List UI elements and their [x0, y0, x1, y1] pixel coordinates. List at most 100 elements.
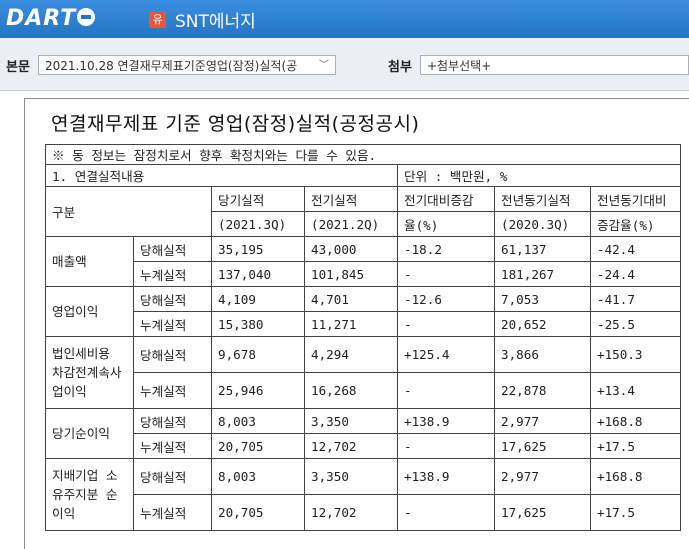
- cell-current: 4,109: [211, 286, 305, 312]
- category-header: 구분: [45, 186, 212, 237]
- row-category: 당기순이익: [45, 408, 134, 459]
- cell-yoy: 2,977: [494, 408, 591, 434]
- cell-qoq: -: [397, 311, 495, 337]
- table-row: 매출액 당해실적 35,195 43,000 -18.2 61,137 -42.4: [45, 236, 681, 287]
- cell-current: 35,195: [211, 236, 305, 262]
- cell-sub: 당해실적: [133, 236, 212, 262]
- cell-prev: 4,701: [304, 286, 398, 312]
- attachment-label: 첨부: [388, 60, 412, 75]
- table-row: 지배기업 소 유주지분 순 이익 당해실적 8,003 3,350 +138.9 2,97…: [45, 458, 681, 531]
- table-row: 당기순이익 당해실적 8,003 3,350 +138.9 2,977 +168.8: [45, 408, 681, 459]
- cell-sub: 누계실적: [133, 261, 212, 287]
- cell-qoq: -: [397, 372, 495, 409]
- cell-sub: 당해실적: [133, 408, 212, 434]
- cell-qoq: -18.2: [397, 236, 495, 262]
- cell-qoq: +125.4: [397, 336, 495, 373]
- section-title: 1. 연결실적내용: [45, 164, 398, 187]
- row-category: 영업이익: [45, 286, 134, 337]
- cell-qoq: +138.9: [397, 408, 495, 434]
- dart-logo[interactable]: DART: [6, 6, 96, 31]
- cell-prev: 12,702: [304, 494, 398, 531]
- table-row: 법인세비용 차감전계속사 업이익 당해실적 9,678 4,294 +125.4 3,86…: [45, 336, 681, 409]
- prev-period: (2021.2Q): [304, 211, 398, 237]
- cell-yoy: 22,878: [494, 372, 591, 409]
- cell-yoy-rate: +168.8: [590, 458, 681, 495]
- cell-qoq: +138.9: [397, 458, 495, 495]
- chevron-down-icon: ﹀: [319, 60, 329, 71]
- main-text-label: 본문: [6, 60, 30, 75]
- cell-qoq: -: [397, 261, 495, 287]
- cell-yoy-rate: -24.4: [590, 261, 681, 287]
- cell-current: 9,678: [211, 336, 305, 373]
- main-document-select[interactable]: 2021.10.28 연결재무제표기준영업(잠정)실적(공 ﹀: [38, 55, 336, 75]
- cell-prev: 12,702: [304, 433, 398, 459]
- cell-yoy-rate: +13.4: [590, 372, 681, 409]
- table-row: 영업이익 당해실적 4,109 4,701 -12.6 7,053 -41.7: [45, 286, 681, 337]
- yoy-rate-unit: 증감율(%): [590, 211, 681, 237]
- cell-sub: 당해실적: [133, 458, 212, 495]
- yoy-rate-header: 전년동기대비: [590, 186, 681, 212]
- cell-yoy: 181,267: [494, 261, 591, 287]
- cell-yoy: 20,652: [494, 311, 591, 337]
- prev-header: 전기실적: [304, 186, 398, 212]
- row-category: 지배기업 소 유주지분 순 이익: [45, 458, 134, 531]
- yoy-header: 전년동기실적: [494, 186, 591, 212]
- dart-logo-emblem-icon: [77, 8, 96, 26]
- cell-qoq: -: [397, 433, 495, 459]
- cell-current: 25,946: [211, 372, 305, 409]
- cell-prev: 16,268: [304, 372, 398, 409]
- dart-header: DART 유 SNT에너지: [0, 0, 689, 38]
- yoy-period: (2020.3Q): [494, 211, 591, 237]
- notice-text: ※ 동 정보는 잠정치로서 향후 확정치와는 다를 수 있음.: [45, 144, 681, 165]
- table-row: 누계실적 25,946 16,268-22,878 +13.4: [46, 372, 681, 409]
- cell-yoy: 17,625: [494, 494, 591, 531]
- cell-sub: 당해실적: [133, 336, 212, 373]
- cell-yoy-rate: -41.7: [590, 286, 681, 312]
- cell-yoy-rate: +17.5: [590, 433, 681, 459]
- cell-yoy-rate: -42.4: [590, 236, 681, 262]
- corp-type-badge: 유: [149, 11, 166, 28]
- cell-prev: 4,294: [304, 336, 398, 373]
- table-row: 누계실적 20,705 12,702-17,625 +17.5: [46, 433, 681, 459]
- table-row: 누계실적 20,705 12,702-17,625 +17.5: [46, 494, 681, 531]
- row-category: 매출액: [45, 236, 134, 287]
- cell-current: 20,705: [211, 494, 305, 531]
- cell-prev: 11,271: [304, 311, 398, 337]
- table-row: 누계실적 137,040 101,845-181,267 -24.4: [46, 261, 681, 287]
- cell-yoy-rate: +168.8: [590, 408, 681, 434]
- attachment-select[interactable]: +첨부선택+: [420, 55, 689, 75]
- cell-current: 15,380: [211, 311, 305, 337]
- cell-sub: 누계실적: [133, 311, 212, 337]
- cell-current: 137,040: [211, 261, 305, 287]
- cell-yoy: 3,866: [494, 336, 591, 373]
- current-period: (2021.3Q): [211, 211, 305, 237]
- cell-yoy-rate: +17.5: [590, 494, 681, 531]
- cell-sub: 당해실적: [133, 286, 212, 312]
- company-name[interactable]: SNT에너지: [175, 7, 256, 32]
- qoq-header: 전기대비증감: [397, 186, 495, 212]
- row-category: 법인세비용 차감전계속사 업이익: [45, 336, 134, 409]
- cell-prev: 3,350: [304, 458, 398, 495]
- cell-qoq: -: [397, 494, 495, 531]
- qoq-unit: 율(%): [397, 211, 495, 237]
- cell-yoy: 7,053: [494, 286, 591, 312]
- earnings-table: ※ 동 정보는 잠정치로서 향후 확정치와는 다를 수 있음. 1. 연결실적내…: [45, 144, 681, 531]
- cell-sub: 누계실적: [133, 494, 212, 531]
- cell-prev: 101,845: [304, 261, 398, 287]
- cell-yoy: 2,977: [494, 458, 591, 495]
- cell-prev: 43,000: [304, 236, 398, 262]
- cell-prev: 3,350: [304, 408, 398, 434]
- cell-sub: 누계실적: [133, 433, 212, 459]
- unit-text: 단위 : 백만원, %: [397, 164, 681, 187]
- cell-sub: 누계실적: [133, 372, 212, 409]
- cell-yoy: 17,625: [494, 433, 591, 459]
- cell-current: 20,705: [211, 433, 305, 459]
- cell-qoq: -12.6: [397, 286, 495, 312]
- cell-yoy-rate: -25.5: [590, 311, 681, 337]
- table-row: 누계실적 15,380 11,271-20,652 -25.5: [46, 311, 681, 337]
- cell-yoy-rate: +150.3: [590, 336, 681, 373]
- cell-yoy: 61,137: [494, 236, 591, 262]
- cell-current: 8,003: [211, 458, 305, 495]
- current-header: 당기실적: [211, 186, 305, 212]
- document-title: 연결재무제표 기준 영업(잠정)실적(공정공시): [51, 113, 420, 135]
